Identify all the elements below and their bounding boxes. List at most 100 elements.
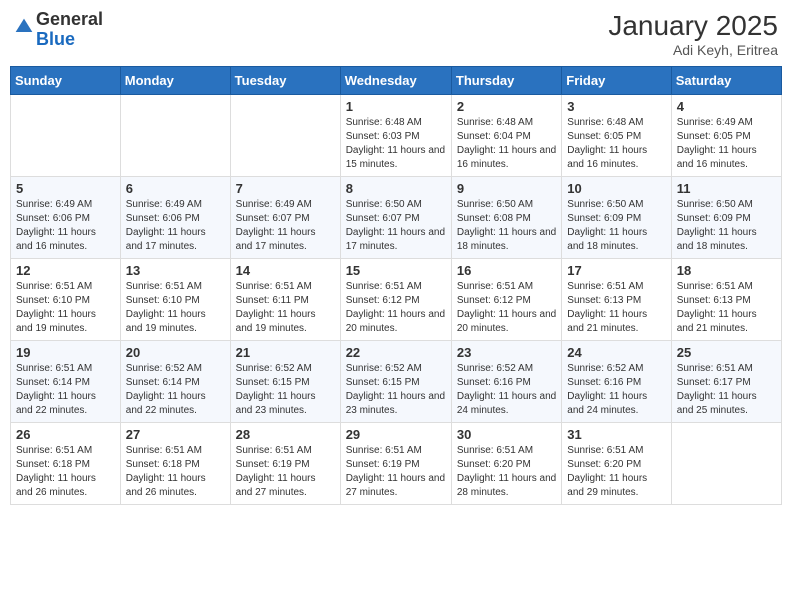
page-header: General Blue January 2025 Adi Keyh, Erit…	[10, 10, 782, 58]
calendar-cell: 4 Sunrise: 6:49 AM Sunset: 6:05 PM Daylig…	[671, 95, 781, 177]
cell-sunrise-sunset: Sunrise: 6:51 AM Sunset: 6:17 PM Dayligh…	[677, 362, 776, 418]
day-number: 23	[457, 345, 556, 360]
cell-sunrise-sunset: Sunrise: 6:51 AM Sunset: 6:10 PM Dayligh…	[16, 280, 115, 336]
day-number: 30	[457, 427, 556, 442]
calendar-cell: 9 Sunrise: 6:50 AM Sunset: 6:08 PM Daylig…	[451, 177, 561, 259]
calendar-cell: 7 Sunrise: 6:49 AM Sunset: 6:07 PM Daylig…	[230, 177, 340, 259]
calendar-cell: 31 Sunrise: 6:51 AM Sunset: 6:20 PM Dayli…	[562, 423, 671, 505]
calendar-cell: 2Sunrise: 6:48 AM Sunset: 6:04 PM Daylig…	[451, 95, 561, 177]
day-number: 6	[126, 181, 225, 196]
calendar-cell: 23 Sunrise: 6:52 AM Sunset: 6:16 PM Dayli…	[451, 341, 561, 423]
cell-sunrise-sunset: Sunrise: 6:48 AM Sunset: 6:03 PM Dayligh…	[346, 116, 446, 172]
calendar-cell: 12 Sunrise: 6:51 AM Sunset: 6:10 PM Dayli…	[11, 259, 121, 341]
cell-sunrise-sunset: Sunrise: 6:51 AM Sunset: 6:10 PM Dayligh…	[126, 280, 225, 336]
calendar-cell	[11, 95, 121, 177]
day-number: 10	[567, 181, 665, 196]
day-number: 18	[677, 263, 776, 278]
day-number: 26	[16, 427, 115, 442]
day-number: 4	[677, 99, 776, 114]
calendar-week-row: 19 Sunrise: 6:51 AM Sunset: 6:14 PM Dayli…	[11, 341, 782, 423]
cell-sunrise-sunset: Sunrise: 6:49 AM Sunset: 6:05 PM Dayligh…	[677, 116, 776, 172]
month-year: January 2025	[608, 10, 778, 42]
cell-sunrise-sunset: Sunrise: 6:49 AM Sunset: 6:07 PM Dayligh…	[236, 198, 335, 254]
cell-sunrise-sunset: Sunrise: 6:51 AM Sunset: 6:19 PM Dayligh…	[236, 444, 335, 500]
calendar-cell: 13 Sunrise: 6:51 AM Sunset: 6:10 PM Dayli…	[120, 259, 230, 341]
calendar-cell: 21 Sunrise: 6:52 AM Sunset: 6:15 PM Dayli…	[230, 341, 340, 423]
calendar-cell: 16 Sunrise: 6:51 AM Sunset: 6:12 PM Dayli…	[451, 259, 561, 341]
day-number: 24	[567, 345, 665, 360]
day-number: 19	[16, 345, 115, 360]
calendar-cell: 5Sunrise: 6:49 AM Sunset: 6:06 PM Daylig…	[11, 177, 121, 259]
calendar-week-row: 1 Sunrise: 6:48 AM Sunset: 6:03 PM Daylig…	[11, 95, 782, 177]
calendar-cell: 6 Sunrise: 6:49 AM Sunset: 6:06 PM Daylig…	[120, 177, 230, 259]
cell-sunrise-sunset: Sunrise: 6:51 AM Sunset: 6:13 PM Dayligh…	[567, 280, 665, 336]
day-number: 3	[567, 99, 665, 114]
day-number: 8	[346, 181, 446, 196]
day-number: 20	[126, 345, 225, 360]
calendar-cell	[671, 423, 781, 505]
cell-sunrise-sunset: Sunrise: 6:52 AM Sunset: 6:15 PM Dayligh…	[346, 362, 446, 418]
cell-sunrise-sunset: Sunrise: 6:51 AM Sunset: 6:12 PM Dayligh…	[346, 280, 446, 336]
cell-sunrise-sunset: Sunrise: 6:48 AM Sunset: 6:05 PM Dayligh…	[567, 116, 665, 172]
day-number: 16	[457, 263, 556, 278]
calendar-cell: 25 Sunrise: 6:51 AM Sunset: 6:17 PM Dayli…	[671, 341, 781, 423]
weekday-header: Sunday	[11, 67, 121, 95]
day-number: 25	[677, 345, 776, 360]
calendar-cell: 15 Sunrise: 6:51 AM Sunset: 6:12 PM Dayli…	[340, 259, 451, 341]
weekday-header-row: SundayMondayTuesdayWednesdayThursdayFrid…	[11, 67, 782, 95]
logo-general-text: General	[36, 9, 103, 29]
day-number: 15	[346, 263, 446, 278]
calendar-cell: 29 Sunrise: 6:51 AM Sunset: 6:19 PM Dayli…	[340, 423, 451, 505]
calendar-cell: 3 Sunrise: 6:48 AM Sunset: 6:05 PM Daylig…	[562, 95, 671, 177]
calendar-cell: 27Sunrise: 6:51 AM Sunset: 6:18 PM Dayli…	[120, 423, 230, 505]
calendar-week-row: 26 Sunrise: 6:51 AM Sunset: 6:18 PM Dayli…	[11, 423, 782, 505]
day-number: 9	[457, 181, 556, 196]
calendar-cell	[230, 95, 340, 177]
day-number: 7	[236, 181, 335, 196]
calendar-cell: 1 Sunrise: 6:48 AM Sunset: 6:03 PM Daylig…	[340, 95, 451, 177]
cell-sunrise-sunset: Sunrise: 6:51 AM Sunset: 6:20 PM Dayligh…	[567, 444, 665, 500]
cell-sunrise-sunset: Sunrise: 6:50 AM Sunset: 6:09 PM Dayligh…	[567, 198, 665, 254]
weekday-header: Wednesday	[340, 67, 451, 95]
day-number: 1	[346, 99, 446, 114]
calendar-cell: 26 Sunrise: 6:51 AM Sunset: 6:18 PM Dayli…	[11, 423, 121, 505]
day-number: 13	[126, 263, 225, 278]
calendar-cell: 14Sunrise: 6:51 AM Sunset: 6:11 PM Dayli…	[230, 259, 340, 341]
day-number: 17	[567, 263, 665, 278]
day-number: 11	[677, 181, 776, 196]
cell-sunrise-sunset: Sunrise: 6:51 AM Sunset: 6:18 PM Dayligh…	[16, 444, 115, 500]
cell-sunrise-sunset: Sunrise: 6:52 AM Sunset: 6:15 PM Dayligh…	[236, 362, 335, 418]
day-number: 12	[16, 263, 115, 278]
calendar-cell: 19 Sunrise: 6:51 AM Sunset: 6:14 PM Dayli…	[11, 341, 121, 423]
cell-sunrise-sunset: Sunrise: 6:51 AM Sunset: 6:14 PM Dayligh…	[16, 362, 115, 418]
cell-sunrise-sunset: Sunrise: 6:51 AM Sunset: 6:20 PM Dayligh…	[457, 444, 556, 500]
cell-sunrise-sunset: Sunrise: 6:52 AM Sunset: 6:16 PM Dayligh…	[457, 362, 556, 418]
calendar-cell: 20Sunrise: 6:52 AM Sunset: 6:14 PM Dayli…	[120, 341, 230, 423]
day-number: 29	[346, 427, 446, 442]
cell-sunrise-sunset: Sunrise: 6:49 AM Sunset: 6:06 PM Dayligh…	[126, 198, 225, 254]
cell-sunrise-sunset: Sunrise: 6:51 AM Sunset: 6:19 PM Dayligh…	[346, 444, 446, 500]
cell-sunrise-sunset: Sunrise: 6:50 AM Sunset: 6:08 PM Dayligh…	[457, 198, 556, 254]
weekday-header: Saturday	[671, 67, 781, 95]
calendar-cell	[120, 95, 230, 177]
day-number: 22	[346, 345, 446, 360]
weekday-header: Monday	[120, 67, 230, 95]
calendar-cell: 17 Sunrise: 6:51 AM Sunset: 6:13 PM Dayli…	[562, 259, 671, 341]
cell-sunrise-sunset: Sunrise: 6:51 AM Sunset: 6:13 PM Dayligh…	[677, 280, 776, 336]
calendar-week-row: 5Sunrise: 6:49 AM Sunset: 6:06 PM Daylig…	[11, 177, 782, 259]
weekday-header: Friday	[562, 67, 671, 95]
calendar-cell: 11Sunrise: 6:50 AM Sunset: 6:09 PM Dayli…	[671, 177, 781, 259]
cell-sunrise-sunset: Sunrise: 6:51 AM Sunset: 6:12 PM Dayligh…	[457, 280, 556, 336]
day-number: 21	[236, 345, 335, 360]
cell-sunrise-sunset: Sunrise: 6:52 AM Sunset: 6:16 PM Dayligh…	[567, 362, 665, 418]
day-number: 31	[567, 427, 665, 442]
cell-sunrise-sunset: Sunrise: 6:51 AM Sunset: 6:18 PM Dayligh…	[126, 444, 225, 500]
day-number: 14	[236, 263, 335, 278]
weekday-header: Thursday	[451, 67, 561, 95]
calendar-cell: 10 Sunrise: 6:50 AM Sunset: 6:09 PM Dayli…	[562, 177, 671, 259]
cell-sunrise-sunset: Sunrise: 6:48 AM Sunset: 6:04 PM Dayligh…	[457, 116, 556, 172]
weekday-header: Tuesday	[230, 67, 340, 95]
calendar-cell: 24 Sunrise: 6:52 AM Sunset: 6:16 PM Dayli…	[562, 341, 671, 423]
logo-icon	[14, 17, 34, 37]
calendar-cell: 18 Sunrise: 6:51 AM Sunset: 6:13 PM Dayli…	[671, 259, 781, 341]
